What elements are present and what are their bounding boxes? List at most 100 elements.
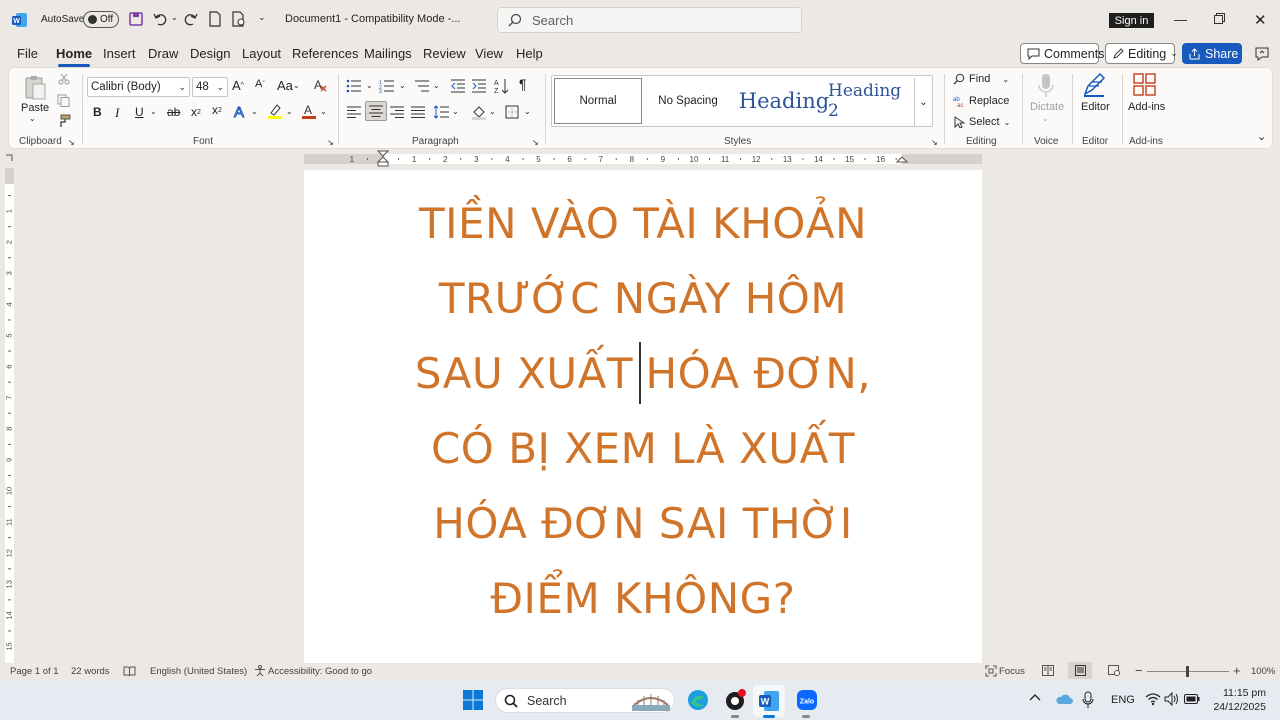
save-icon[interactable] — [129, 12, 143, 26]
align-center-button[interactable] — [365, 101, 387, 121]
numbering-icon[interactable]: 123 — [379, 79, 395, 93]
superscript-button[interactable]: x2 — [212, 103, 222, 117]
format-painter-icon[interactable] — [57, 114, 71, 128]
style-heading-2[interactable]: Heading 2 — [828, 78, 916, 124]
undo-dropdown-icon[interactable]: ⌄ — [171, 13, 178, 22]
print-preview-icon[interactable] — [231, 11, 247, 27]
shading-dropdown-icon[interactable]: ⌄ — [489, 107, 496, 116]
read-mode-icon[interactable] — [1042, 665, 1054, 676]
zoom-level[interactable]: 100% — [1251, 666, 1275, 677]
styles-more-icon[interactable]: ⌄ — [914, 78, 932, 126]
print-layout-button[interactable] — [1068, 662, 1092, 679]
underline-button[interactable]: U — [135, 105, 144, 119]
zoom-in-button[interactable]: + — [1233, 663, 1241, 678]
clock-time[interactable]: 11:15 pm — [1212, 687, 1266, 699]
copy-icon[interactable] — [57, 94, 70, 107]
change-case-icon[interactable]: Aa ⌄ — [277, 78, 300, 93]
tab-help[interactable]: Help — [516, 46, 543, 61]
cut-icon[interactable] — [58, 73, 70, 85]
justify-icon[interactable] — [411, 106, 425, 118]
volume-icon[interactable] — [1164, 692, 1180, 706]
microphone-icon[interactable] — [1038, 73, 1054, 99]
word-taskbar-button[interactable]: W — [753, 685, 785, 717]
windows-start-icon[interactable] — [463, 690, 483, 710]
tab-layout[interactable]: Layout — [242, 46, 281, 61]
styles-launcher-icon[interactable]: ↘ — [931, 138, 938, 147]
restore-icon[interactable] — [1214, 13, 1225, 24]
close-icon[interactable]: ✕ — [1254, 11, 1267, 29]
line-spacing-dropdown-icon[interactable]: ⌄ — [452, 107, 459, 116]
input-language[interactable]: ENG — [1111, 694, 1135, 706]
borders-dropdown-icon[interactable]: ⌄ — [524, 107, 531, 116]
show-formatting-marks-icon[interactable]: ¶ — [519, 76, 527, 92]
sign-in-button[interactable]: Sign in — [1109, 13, 1154, 28]
tab-draw[interactable]: Draw — [148, 46, 178, 61]
copilot-icon[interactable] — [1254, 46, 1270, 62]
find-button[interactable]: Find ⌄ — [953, 73, 1009, 85]
align-right-icon[interactable] — [390, 106, 404, 118]
customize-toolbar-icon[interactable]: ⌄ — [258, 12, 266, 23]
font-size-select[interactable]: 48 ⌄ — [192, 77, 228, 97]
bullets-icon[interactable] — [346, 79, 362, 93]
underline-dropdown-icon[interactable]: ⌄ — [150, 107, 157, 116]
select-button[interactable]: Select ⌄ — [953, 116, 1010, 128]
tab-mailings[interactable]: Mailings — [364, 46, 412, 61]
tab-home[interactable]: Home — [56, 46, 92, 67]
text-effects-dropdown-icon[interactable]: ⌄ — [251, 107, 258, 116]
tab-design[interactable]: Design — [190, 46, 230, 61]
collapse-ribbon-icon[interactable]: ⌄ — [1257, 130, 1266, 143]
editing-mode-button[interactable]: Editing ⌄ — [1105, 43, 1178, 64]
style-heading[interactable]: Heading — [734, 78, 834, 124]
tab-references[interactable]: References — [292, 46, 358, 61]
editor-icon[interactable] — [1082, 72, 1108, 98]
multilevel-list-icon[interactable] — [414, 79, 430, 93]
replace-button[interactable]: ab ac Replace — [953, 95, 1009, 107]
subscript-button[interactable]: x2 — [191, 105, 201, 119]
taskbar-search[interactable]: Search — [495, 688, 675, 713]
zalo-icon[interactable]: Zalo — [796, 689, 818, 711]
grow-font-icon[interactable]: A ^ — [232, 78, 244, 93]
edge-browser-icon[interactable] — [687, 689, 709, 711]
clipboard-launcher-icon[interactable]: ↘ — [68, 138, 75, 147]
bullets-dropdown-icon[interactable]: ⌄ — [366, 81, 373, 90]
font-color-dropdown-icon[interactable]: ⌄ — [320, 107, 327, 116]
italic-button[interactable]: I — [115, 105, 119, 121]
document-body[interactable]: TIỀN VÀO TÀI KHOẢN TRƯỚC NGÀY HÔM SAU XU… — [304, 186, 982, 636]
dictate-dropdown-icon[interactable]: ⌄ — [1042, 114, 1049, 123]
word-count[interactable]: 22 words — [71, 666, 110, 677]
tab-insert[interactable]: Insert — [103, 46, 136, 61]
font-color-icon[interactable]: A — [301, 103, 317, 119]
onedrive-icon[interactable] — [1055, 692, 1073, 706]
paragraph-launcher-icon[interactable]: ↘ — [532, 138, 539, 147]
document-page[interactable]: TIỀN VÀO TÀI KHOẢN TRƯỚC NGÀY HÔM SAU XU… — [304, 170, 982, 663]
comments-button[interactable]: Comments — [1020, 43, 1104, 64]
new-document-icon[interactable] — [208, 11, 222, 27]
highlight-dropdown-icon[interactable]: ⌄ — [286, 107, 293, 116]
shrink-font-icon[interactable]: Aˇ — [255, 78, 265, 90]
battery-icon[interactable] — [1184, 693, 1200, 705]
sort-icon[interactable]: AZ — [494, 78, 510, 94]
page-count[interactable]: Page 1 of 1 — [10, 666, 59, 677]
wifi-icon[interactable] — [1145, 692, 1161, 706]
search-box[interactable]: Search — [497, 7, 802, 33]
align-left-icon[interactable] — [347, 106, 361, 118]
redo-icon[interactable] — [183, 11, 199, 27]
tab-file[interactable]: File — [17, 46, 38, 61]
line-spacing-icon[interactable] — [433, 105, 449, 119]
highlight-color-icon[interactable] — [267, 103, 283, 119]
text-effects-icon[interactable]: A — [233, 103, 249, 120]
shading-icon[interactable] — [471, 104, 487, 120]
style-normal[interactable]: Normal — [554, 78, 642, 124]
strikethrough-button[interactable]: ab — [167, 105, 180, 119]
decrease-indent-icon[interactable] — [450, 79, 466, 93]
paste-dropdown-icon[interactable]: ⌄ — [29, 114, 36, 123]
clock-date[interactable]: 24/12/2025 — [1208, 701, 1266, 713]
add-ins-icon[interactable] — [1133, 73, 1157, 97]
share-button[interactable]: Share ⌄ — [1182, 43, 1250, 64]
clear-formatting-icon[interactable]: A — [312, 77, 328, 93]
style-no-spacing[interactable]: No Spacing — [644, 78, 732, 124]
autosave-toggle[interactable]: Off — [83, 11, 119, 28]
web-layout-icon[interactable] — [1108, 665, 1120, 676]
zoom-slider-thumb[interactable] — [1186, 666, 1189, 677]
zoom-out-button[interactable]: − — [1135, 663, 1143, 678]
